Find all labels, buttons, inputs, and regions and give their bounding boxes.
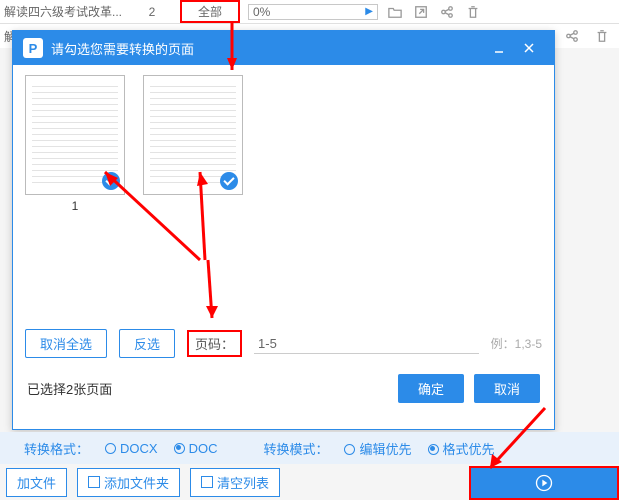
mode-edit-radio[interactable]: 编辑优先: [344, 439, 411, 458]
page-count: 2: [132, 5, 172, 19]
open-external-icon[interactable]: [412, 3, 430, 21]
mode-format-radio[interactable]: 格式优先: [428, 439, 495, 458]
start-convert-button[interactable]: [469, 466, 619, 500]
file-list-row: 解读四六级考试改革... 2 全部 0% ▶: [0, 0, 619, 24]
format-label: 转换格式：: [24, 439, 89, 458]
share-icon[interactable]: [438, 3, 456, 21]
close-button[interactable]: [514, 31, 544, 65]
delete-icon[interactable]: [464, 3, 482, 21]
delete-icon[interactable]: [593, 27, 611, 45]
mode-label: 转换模式：: [263, 439, 328, 458]
file-name: 解读四六级考试改革...: [4, 3, 124, 20]
minimize-button[interactable]: [484, 31, 514, 65]
checkmark-icon: [102, 172, 120, 190]
add-folder-button[interactable]: 添加文件夹: [77, 468, 180, 497]
format-options-bar: 转换格式： DOCX DOC 转换模式： 编辑优先 格式优先: [0, 432, 619, 464]
page-select-modal: P 请勾选您需要转换的页面 1 取消全选 反选 页码： 例：1,3-5 已选择2…: [12, 30, 555, 430]
format-doc-radio[interactable]: DOC: [174, 441, 218, 456]
selected-summary-row: 已选择2张页面 确定 取消: [13, 364, 554, 413]
modal-title-text: 请勾选您需要转换的页面: [51, 39, 194, 58]
page-scope-dropdown[interactable]: 全部: [180, 0, 240, 23]
progress-bar: 0% ▶: [248, 4, 378, 20]
ok-button[interactable]: 确定: [398, 374, 464, 403]
format-docx-radio[interactable]: DOCX: [105, 441, 158, 456]
selected-count-text: 已选择2张页面: [27, 379, 112, 398]
open-folder-icon[interactable]: [386, 3, 404, 21]
thumbnails-area: 1: [13, 65, 554, 323]
page-thumbnail-2[interactable]: [143, 75, 243, 195]
control-row: 取消全选 反选 页码： 例：1,3-5: [13, 323, 554, 364]
page-range-input[interactable]: [254, 334, 479, 354]
page-range-example: 例：1,3-5: [491, 335, 542, 352]
clear-list-button[interactable]: 清空列表: [190, 468, 280, 497]
progress-text: 0%: [253, 5, 270, 19]
play-icon[interactable]: ▶: [365, 6, 373, 17]
bottom-toolbar: 加文件 添加文件夹 清空列表: [0, 464, 619, 500]
page-thumbnail-1[interactable]: 1: [25, 75, 125, 213]
checkmark-icon: [220, 172, 238, 190]
page-range-label: 页码：: [187, 330, 242, 357]
app-logo-icon: P: [23, 38, 43, 58]
cancel-button[interactable]: 取消: [474, 374, 540, 403]
modal-titlebar: P 请勾选您需要转换的页面: [13, 31, 554, 65]
deselect-all-button[interactable]: 取消全选: [25, 329, 107, 358]
add-file-button[interactable]: 加文件: [6, 468, 67, 497]
thumb-label: 1: [25, 199, 125, 213]
share-icon[interactable]: [563, 27, 581, 45]
invert-selection-button[interactable]: 反选: [119, 329, 175, 358]
